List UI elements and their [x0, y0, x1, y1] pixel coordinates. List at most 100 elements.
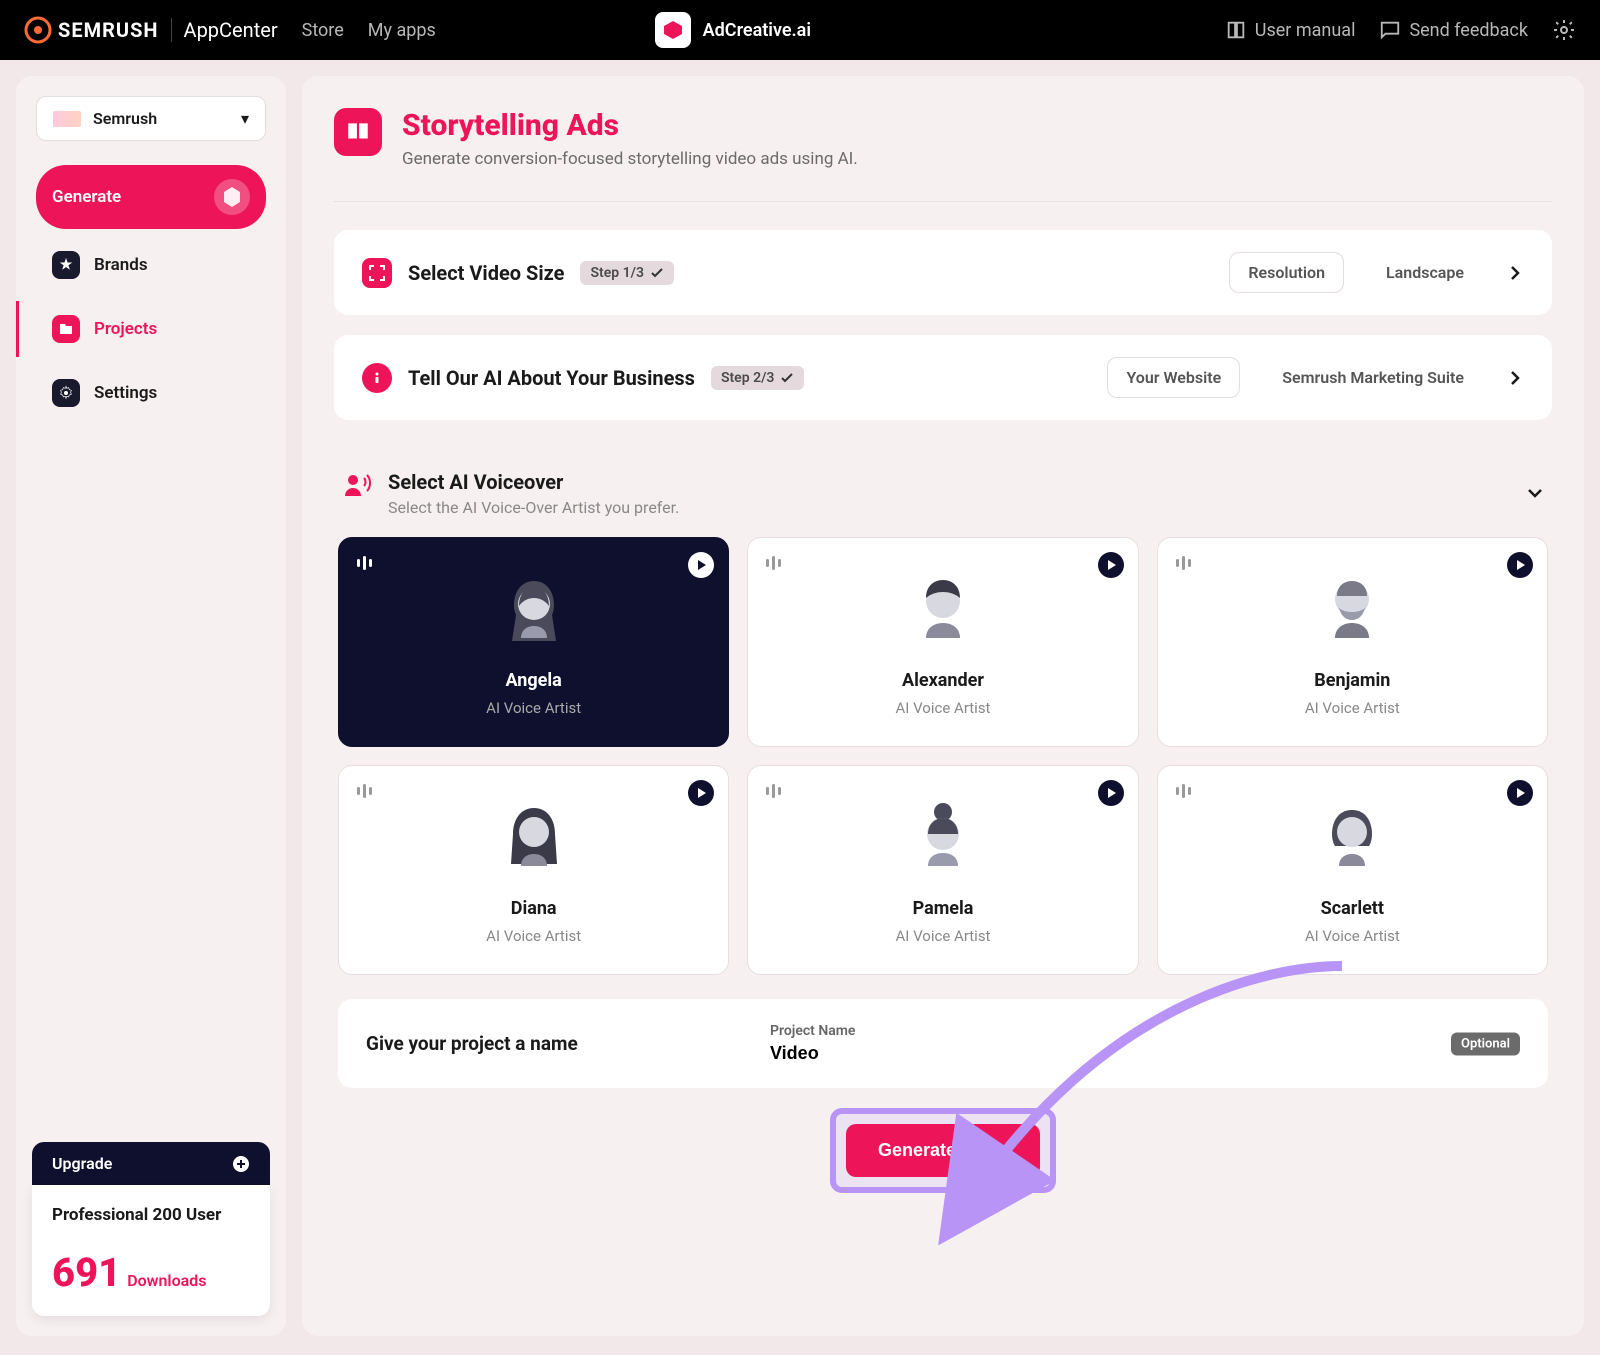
gear-icon[interactable]: [1552, 18, 1576, 42]
project-field-label: Project Name: [770, 1023, 1520, 1039]
voice-card-alexander[interactable]: Alexander AI Voice Artist: [747, 537, 1138, 747]
audio-bars-icon: [357, 556, 372, 570]
audio-bars-icon: [766, 784, 781, 798]
brand-text: SEMRUSH: [58, 18, 159, 42]
nav-myapps[interactable]: My apps: [368, 20, 436, 41]
audio-bars-icon: [1176, 556, 1191, 570]
generate-button[interactable]: Generate: [846, 1124, 1040, 1177]
brand-selected-name: Semrush: [93, 109, 229, 128]
step-badge-text: Step 2/3: [721, 370, 774, 386]
sidebar-item-label: Settings: [94, 383, 157, 403]
step-card-voiceover: Select AI Voiceover Select the AI Voice-…: [334, 440, 1552, 1215]
semrush-logo[interactable]: SEMRUSH: [24, 16, 159, 44]
audio-bars-icon: [357, 784, 372, 798]
play-button[interactable]: [1098, 780, 1124, 806]
info-icon: [362, 363, 392, 393]
voiceover-title: Select AI Voiceover: [388, 470, 1510, 494]
gear-icon: [52, 379, 80, 407]
downloads-label: Downloads: [127, 1271, 206, 1290]
upgrade-button[interactable]: Upgrade: [32, 1142, 270, 1185]
voice-role: AI Voice Artist: [1178, 927, 1527, 945]
project-name-row: Give your project a name Project Name Op…: [338, 999, 1548, 1088]
optional-badge: Optional: [1451, 1032, 1520, 1055]
app-name: AdCreative.ai: [703, 20, 811, 41]
sidebar-item-projects[interactable]: Projects: [16, 301, 266, 357]
voice-name: Diana: [359, 898, 708, 919]
voice-name: Scarlett: [1178, 898, 1527, 919]
step-badge: Step 1/3: [580, 261, 673, 285]
generate-button-label: Generate: [878, 1140, 956, 1161]
step-badge: Step 2/3: [711, 366, 804, 390]
sidebar-bottom: Upgrade Professional 200 User 691 Downlo…: [36, 1142, 266, 1316]
sidebar-item-generate[interactable]: Generate: [36, 165, 266, 229]
website-value: Semrush Marketing Suite: [1264, 358, 1482, 397]
expand-icon: [362, 258, 392, 288]
avatar-female-bob-icon: [1307, 794, 1397, 884]
sidebar-item-settings[interactable]: Settings: [36, 365, 266, 421]
voice-role: AI Voice Artist: [1178, 699, 1527, 717]
audio-bars-icon: [1176, 784, 1191, 798]
send-feedback-link[interactable]: Send feedback: [1379, 19, 1528, 41]
appcenter-label[interactable]: AppCenter: [184, 18, 278, 42]
user-manual-link[interactable]: User manual: [1225, 19, 1356, 41]
voice-card-scarlett[interactable]: Scarlett AI Voice Artist: [1157, 765, 1548, 975]
avatar-female-icon: [489, 566, 579, 656]
play-button[interactable]: [1098, 552, 1124, 578]
topbar: SEMRUSH AppCenter Store My apps AdCreati…: [0, 0, 1600, 60]
project-label: Give your project a name: [366, 1032, 746, 1055]
website-selector[interactable]: Your Website: [1107, 357, 1240, 398]
step-card-business: Tell Our AI About Your Business Step 2/3…: [334, 335, 1552, 420]
annotation-highlight: Generate: [830, 1108, 1056, 1193]
cube-icon: [214, 179, 250, 215]
semrush-icon: [24, 16, 52, 44]
sidebar-item-brands[interactable]: ★ Brands: [36, 237, 266, 293]
voice-name: Angela: [359, 670, 708, 691]
nav-links: Store My apps: [302, 20, 436, 41]
book-icon: [1225, 19, 1247, 41]
chevron-down-icon[interactable]: [1526, 484, 1544, 502]
voice-card-benjamin[interactable]: Benjamin AI Voice Artist: [1157, 537, 1548, 747]
sidebar: Semrush ▾ Generate ★ Brands Projects Set…: [16, 76, 286, 1336]
audio-bars-icon: [766, 556, 781, 570]
avatar-female-icon: [489, 794, 579, 884]
voice-card-angela[interactable]: Angela AI Voice Artist: [338, 537, 729, 747]
brand-selector[interactable]: Semrush ▾: [36, 96, 266, 141]
voice-card-diana[interactable]: Diana AI Voice Artist: [338, 765, 729, 975]
play-button[interactable]: [688, 552, 714, 578]
voice-role: AI Voice Artist: [768, 927, 1117, 945]
downloads-row: 691 Downloads: [52, 1249, 250, 1296]
nav-store[interactable]: Store: [302, 20, 344, 41]
voice-role: AI Voice Artist: [359, 699, 708, 717]
chat-icon: [1379, 19, 1401, 41]
step-badge-text: Step 1/3: [590, 265, 643, 281]
voice-grid: Angela AI Voice Artist Alexander AI Voic…: [338, 537, 1548, 975]
person-voice-icon: [342, 470, 372, 500]
check-icon: [780, 371, 794, 385]
step-title: Tell Our AI About Your Business: [408, 366, 695, 390]
check-icon: [650, 266, 664, 280]
brand-logo-thumb: [53, 111, 81, 127]
plus-circle-icon: [232, 1155, 250, 1173]
play-button[interactable]: [1507, 780, 1533, 806]
book-open-icon: [334, 108, 382, 156]
main-content: Storytelling Ads Generate conversion-foc…: [302, 76, 1584, 1336]
star-icon: ★: [52, 251, 80, 279]
voice-card-pamela[interactable]: Pamela AI Voice Artist: [747, 765, 1138, 975]
chevron-right-icon[interactable]: [1506, 369, 1524, 387]
send-feedback-label: Send feedback: [1409, 20, 1528, 41]
play-button[interactable]: [1507, 552, 1533, 578]
logo-group: SEMRUSH AppCenter: [24, 16, 278, 44]
avatar-male-icon: [898, 566, 988, 656]
sidebar-item-label: Projects: [94, 319, 157, 339]
topbar-right: User manual Send feedback: [1225, 18, 1576, 42]
voice-name: Pamela: [768, 898, 1117, 919]
chevron-right-icon[interactable]: [1506, 264, 1524, 282]
project-name-input[interactable]: [770, 1043, 1520, 1064]
page-subtitle: Generate conversion-focused storytelling…: [402, 149, 858, 169]
voice-role: AI Voice Artist: [359, 927, 708, 945]
resolution-selector[interactable]: Resolution: [1229, 252, 1344, 293]
folder-icon: [52, 315, 80, 343]
dropdown-caret-icon: ▾: [241, 109, 249, 128]
voice-role: AI Voice Artist: [768, 699, 1117, 717]
play-button[interactable]: [688, 780, 714, 806]
